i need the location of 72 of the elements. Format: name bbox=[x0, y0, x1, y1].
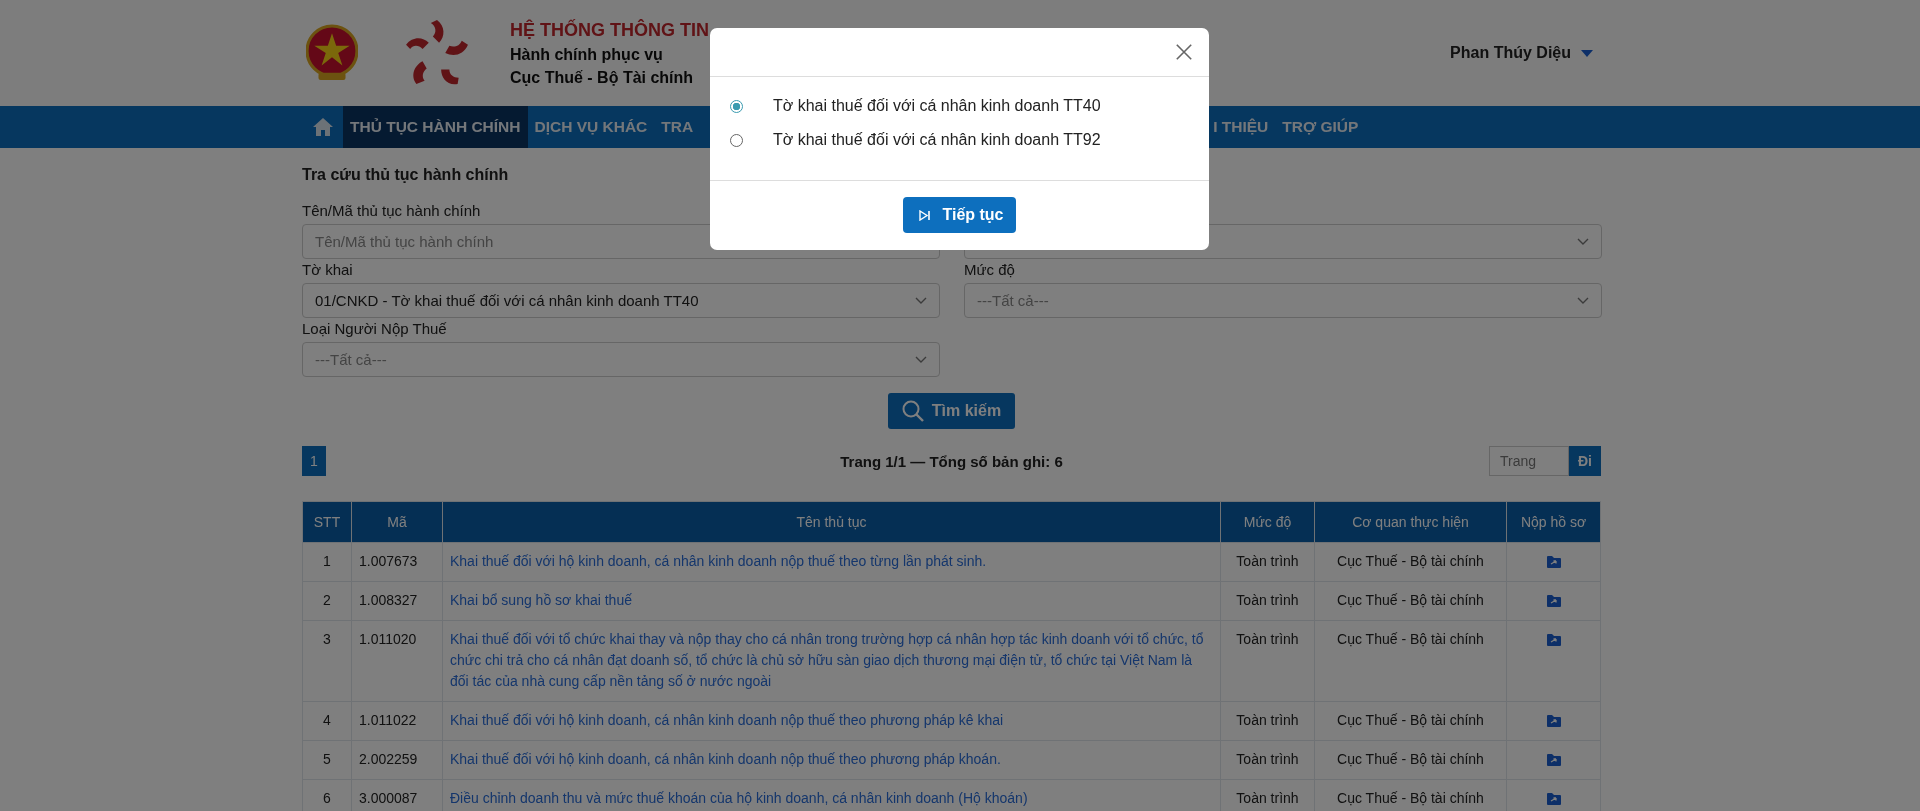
nav-item[interactable]: TRỢ GIÚP bbox=[1275, 106, 1366, 148]
table-cell: Toàn trình bbox=[1220, 701, 1315, 741]
nav-item[interactable]: TRA bbox=[654, 106, 701, 148]
column-header: Tên thủ tục bbox=[442, 501, 1221, 543]
table-cell: 2 bbox=[302, 581, 352, 621]
select-field[interactable]: ---Tất cả--- bbox=[302, 342, 940, 377]
table-cell: 6 bbox=[302, 779, 352, 811]
continue-button[interactable]: Tiếp tục bbox=[903, 197, 1016, 233]
field-label: Tên/Mã thủ tục hành chính bbox=[302, 202, 481, 219]
page-button[interactable]: 1 bbox=[302, 446, 326, 476]
nav-item[interactable]: DỊCH VỤ KHÁC bbox=[527, 106, 655, 148]
column-header: Mã bbox=[351, 501, 443, 543]
search-button[interactable]: Tìm kiếm bbox=[887, 393, 1016, 429]
column-header: Nộp hồ sơ bbox=[1506, 501, 1601, 543]
go-button[interactable]: Đi bbox=[1569, 446, 1601, 476]
select-field[interactable]: ---Tất cả--- bbox=[964, 283, 1602, 318]
chevron-down-icon bbox=[1577, 238, 1589, 245]
table-cell: Toàn trình bbox=[1220, 581, 1315, 621]
table-cell: Toàn trình bbox=[1220, 620, 1315, 702]
site-title: HỆ THỐNG THÔNG TIN bbox=[510, 19, 709, 41]
radio-button[interactable] bbox=[730, 133, 743, 147]
table-cell: Cục Thuế - Bộ tài chính bbox=[1314, 620, 1507, 702]
radio-button[interactable] bbox=[730, 99, 743, 113]
search-icon bbox=[901, 400, 924, 422]
folder-icon[interactable] bbox=[1545, 554, 1562, 569]
table-cell: Cục Thuế - Bộ tài chính bbox=[1314, 701, 1507, 741]
column-header: Mức độ bbox=[1220, 501, 1315, 543]
home-icon[interactable] bbox=[312, 117, 334, 137]
chevron-down-icon bbox=[915, 356, 927, 363]
table-cell: Toàn trình bbox=[1220, 779, 1315, 811]
column-header: STT bbox=[302, 501, 352, 543]
caret-icon bbox=[1581, 49, 1593, 57]
folder-icon[interactable] bbox=[1545, 593, 1562, 608]
table-cell: Toàn trình bbox=[1220, 740, 1315, 780]
table-cell: 1 bbox=[302, 542, 352, 582]
folder-icon[interactable] bbox=[1545, 752, 1562, 767]
form-title: Tra cứu thủ tục hành chính bbox=[302, 166, 510, 184]
table-cell: 5 bbox=[302, 740, 352, 780]
table-cell: 1.011020 bbox=[351, 620, 443, 702]
site-subtitle: Cục Thuế - Bộ Tài chính bbox=[510, 68, 695, 87]
table-cell: 3.000087 bbox=[351, 779, 443, 811]
close-icon[interactable] bbox=[1175, 43, 1193, 61]
table-cell: 4 bbox=[302, 701, 352, 741]
nav-item[interactable]: I THIỆU bbox=[1206, 106, 1276, 148]
site-subtitle: Hành chính phục vụ bbox=[510, 45, 664, 64]
chevron-down-icon bbox=[1577, 297, 1589, 304]
table-cell: 2.002259 bbox=[351, 740, 443, 780]
field-label: Loại Người Nộp Thuế bbox=[302, 320, 447, 337]
page-input-field[interactable]: Trang bbox=[1489, 446, 1569, 476]
nav-item[interactable]: THỦ TỤC HÀNH CHÍNH bbox=[343, 106, 528, 148]
table-cell: Cục Thuế - Bộ tài chính bbox=[1314, 740, 1507, 780]
field-label: Mức độ bbox=[964, 261, 1015, 278]
field-label: Tờ khai bbox=[302, 261, 353, 278]
folder-icon[interactable] bbox=[1545, 632, 1562, 647]
table-cell: Cục Thuế - Bộ tài chính bbox=[1314, 542, 1507, 582]
chevron-down-icon bbox=[915, 297, 927, 304]
pagination-summary: Trang 1/1 — Tổng số bản ghi: 6 bbox=[840, 452, 1063, 470]
user-menu[interactable]: Phan Thúy Diệu bbox=[1450, 44, 1593, 62]
table-cell: 1.007673 bbox=[351, 542, 443, 582]
table-cell: 3 bbox=[302, 620, 352, 702]
table-cell: Cục Thuế - Bộ tài chính bbox=[1314, 581, 1507, 621]
table-cell: 1.008327 bbox=[351, 581, 443, 621]
folder-icon[interactable] bbox=[1545, 713, 1562, 728]
option-label: Tờ khai thuế đối với cá nhân kinh doanh TT92 bbox=[773, 131, 1101, 149]
column-header: Cơ quan thực hiện bbox=[1314, 501, 1507, 543]
table-cell: Cục Thuế - Bộ tài chính bbox=[1314, 779, 1507, 811]
option-label: Tờ khai thuế đối với cá nhân kinh doanh TT40 bbox=[773, 97, 1101, 115]
folder-icon[interactable] bbox=[1545, 791, 1562, 806]
table-cell: Toàn trình bbox=[1220, 542, 1315, 582]
skip-icon bbox=[919, 209, 931, 221]
select-field[interactable]: 01/CNKD - Tờ khai thuế đối với cá nhân kinh doanh TT40 bbox=[302, 283, 940, 318]
table-cell: 1.011022 bbox=[351, 701, 443, 741]
